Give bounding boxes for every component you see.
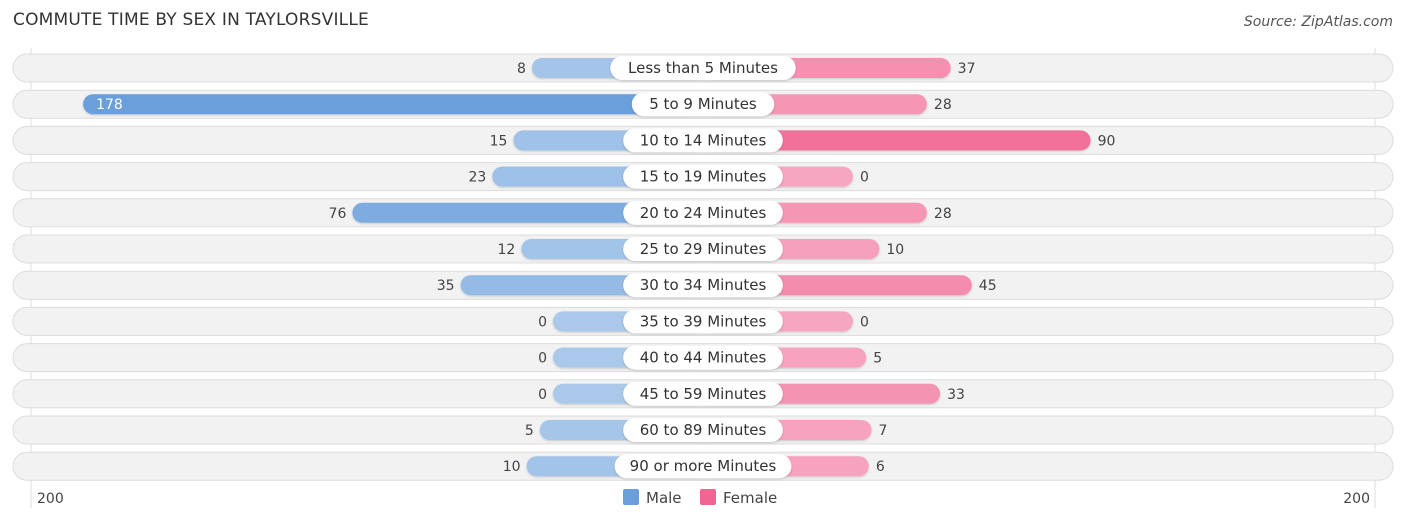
chart-row: 5 7 60 to 89 Minutes [12, 415, 1394, 445]
female-value-label: 90 [1098, 133, 1116, 149]
legend-female-swatch [700, 489, 716, 505]
legend-female-label: Female [723, 489, 777, 507]
male-value-label: 23 [468, 170, 486, 186]
female-value-label: 45 [979, 278, 997, 294]
category-label: 25 to 29 Minutes [640, 240, 767, 258]
chart-row: 178 28 5 to 9 Minutes [12, 89, 1394, 119]
female-value-label: 5 [873, 351, 882, 367]
female-value-label: 0 [860, 170, 869, 186]
male-value-label: 76 [329, 206, 347, 222]
category-label: 60 to 89 Minutes [640, 421, 767, 439]
female-value-label: 28 [934, 206, 952, 222]
female-value-label: 10 [886, 242, 904, 258]
male-value-label: 12 [497, 242, 515, 258]
male-bar [83, 94, 703, 115]
female-value-label: 6 [876, 459, 885, 475]
chart-row: 0 5 40 to 44 Minutes [12, 343, 1394, 373]
chart-row: 12 10 25 to 29 Minutes [12, 234, 1394, 264]
category-label: 35 to 39 Minutes [640, 312, 767, 330]
male-value-label: 5 [525, 423, 534, 439]
axis-label-left: 200 [37, 491, 64, 507]
category-label: 10 to 14 Minutes [640, 131, 767, 149]
chart-row: 0 0 35 to 39 Minutes [12, 306, 1394, 336]
axis-label-right: 200 [1343, 491, 1370, 507]
male-value-label: 0 [538, 351, 547, 367]
legend-male-swatch [623, 489, 639, 505]
category-label: Less than 5 Minutes [628, 59, 778, 77]
female-value-label: 7 [878, 423, 887, 439]
male-value-label: 8 [517, 61, 526, 77]
chart-row: 23 0 15 to 19 Minutes [12, 162, 1394, 192]
male-value-label: 0 [538, 387, 547, 403]
legend: Male Female [623, 489, 777, 507]
category-label: 20 to 24 Minutes [640, 204, 767, 222]
male-value-label: 35 [437, 278, 455, 294]
chart-row: 0 33 45 to 59 Minutes [12, 379, 1394, 409]
chart-row: 8 37 Less than 5 Minutes [12, 53, 1394, 83]
female-value-label: 33 [947, 387, 965, 403]
category-label: 40 to 44 Minutes [640, 349, 767, 367]
chart-row: 10 6 90 or more Minutes [12, 451, 1394, 481]
category-label: 15 to 19 Minutes [640, 168, 767, 186]
legend-male-label: Male [646, 489, 682, 507]
male-value-label: 178 [96, 97, 123, 113]
chart-row: 35 45 30 to 34 Minutes [12, 270, 1394, 300]
category-label: 90 or more Minutes [630, 457, 777, 475]
category-label: 30 to 34 Minutes [640, 276, 767, 294]
female-value-label: 0 [860, 314, 869, 330]
female-value-label: 37 [958, 61, 976, 77]
female-value-label: 28 [934, 97, 952, 113]
category-label: 45 to 59 Minutes [640, 385, 767, 403]
category-label: 5 to 9 Minutes [649, 95, 757, 113]
male-value-label: 0 [538, 314, 547, 330]
male-value-label: 15 [490, 133, 508, 149]
chart-row: 76 28 20 to 24 Minutes [12, 198, 1394, 228]
chart-canvas: 8 37 Less than 5 Minutes 178 28 5 to 9 Minute… [12, 48, 1394, 508]
male-value-label: 10 [503, 459, 521, 475]
chart-row: 15 90 10 to 14 Minutes [12, 125, 1394, 155]
